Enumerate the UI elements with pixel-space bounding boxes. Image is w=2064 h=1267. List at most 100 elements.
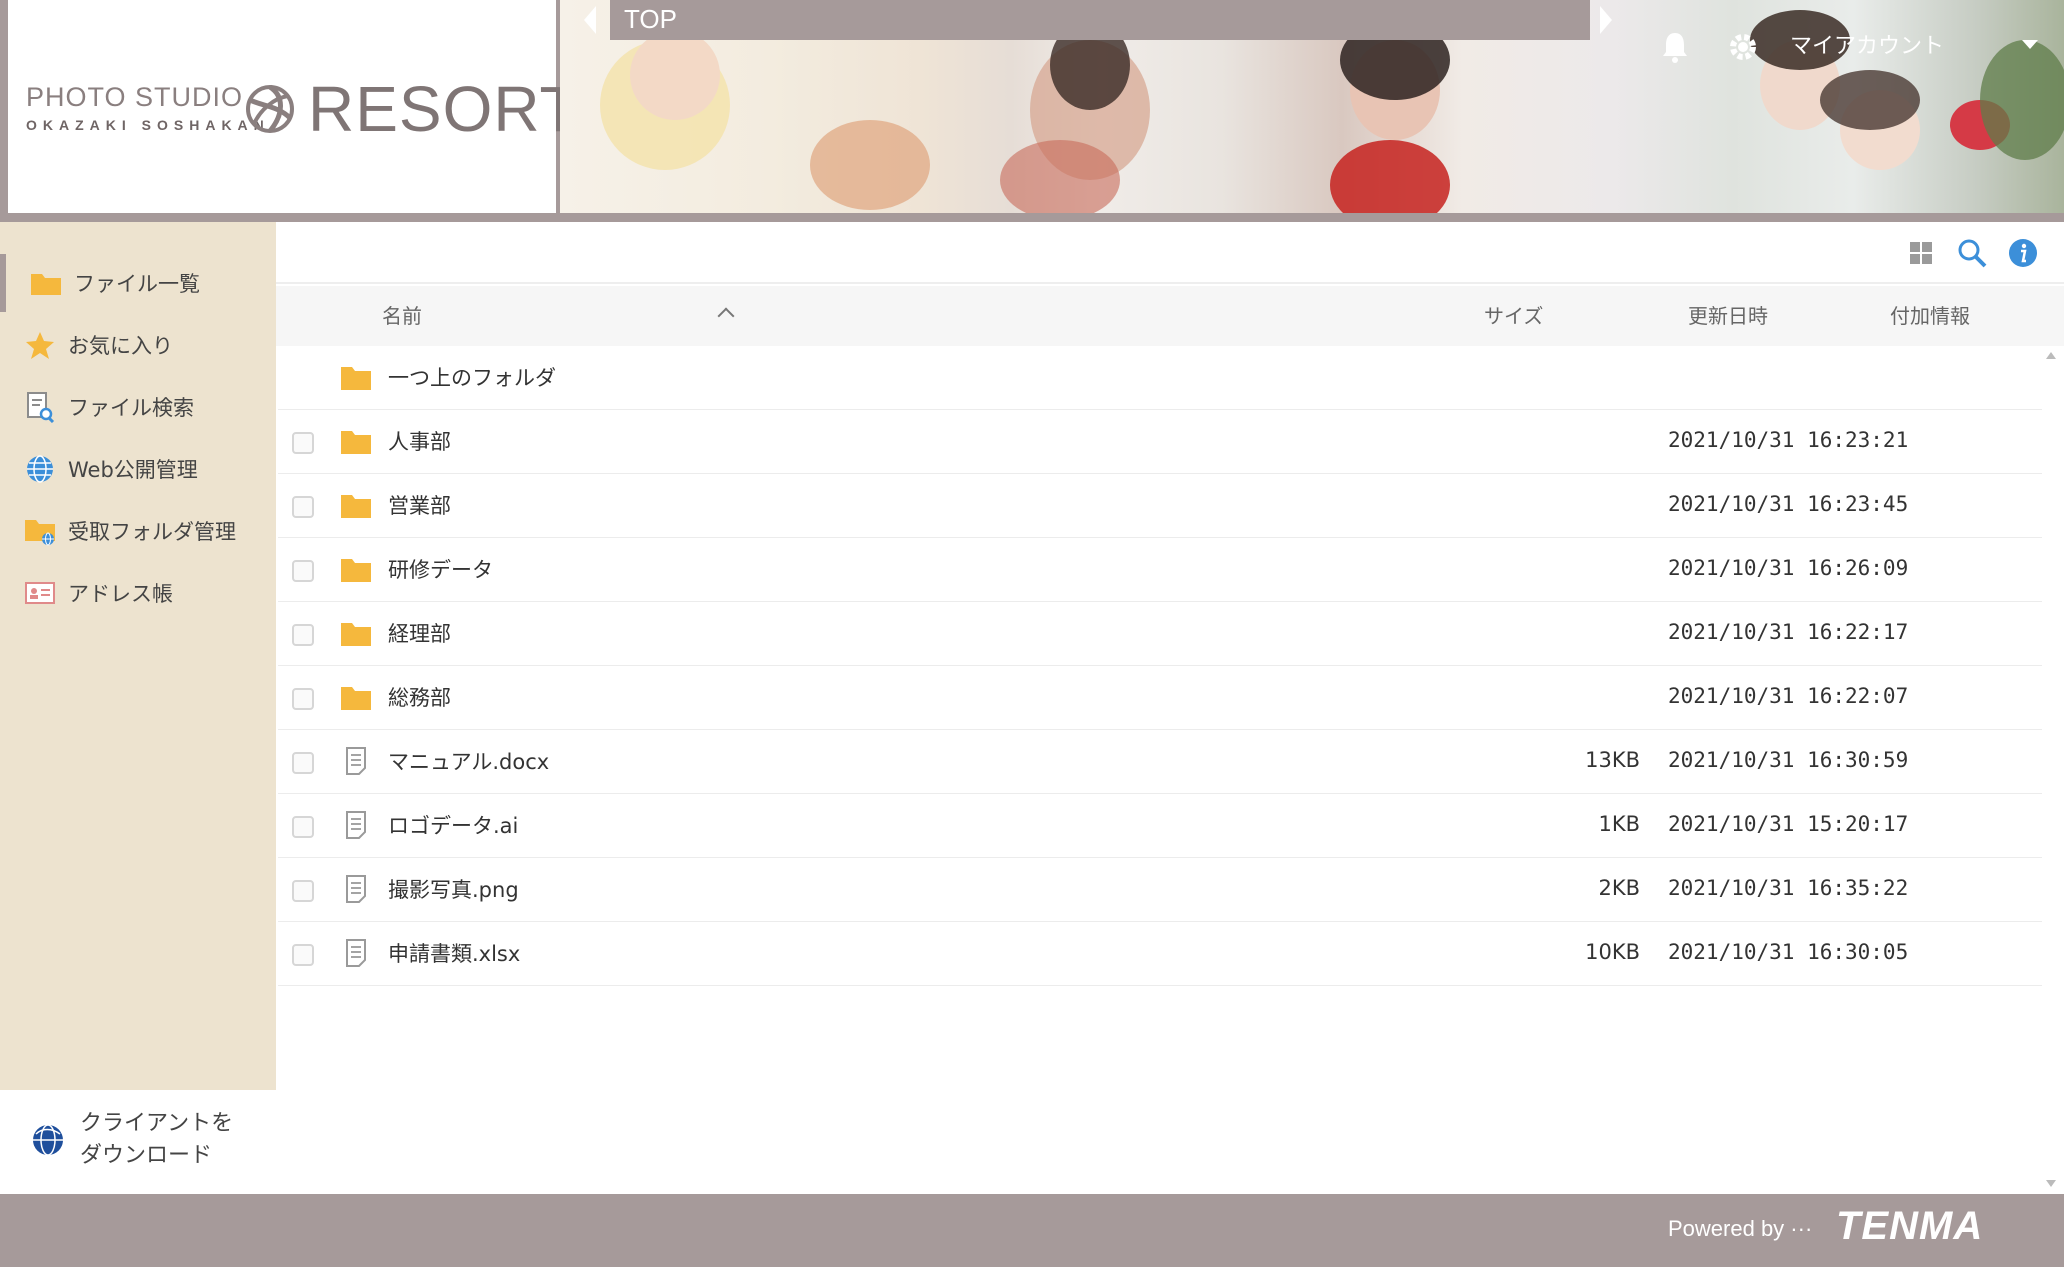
column-header-size[interactable]: サイズ [1484,300,1543,329]
logo[interactable]: PHOTO STUDIO OKAZAKI SOSHAKAN RESORTE [8,0,622,213]
address-card-icon [24,577,56,609]
tab-scroll-left-icon[interactable] [584,6,596,34]
globe-download-icon [33,1124,63,1156]
folder-icon [341,559,371,582]
notification-bell-icon[interactable] [1660,30,1690,64]
file-updated-date: 2021/10/31 16:30:05 [1668,940,1909,964]
column-header-name[interactable]: 名前 [382,300,422,329]
document-icon [346,747,366,775]
file-updated-date: 2021/10/31 15:20:17 [1668,812,1909,836]
table-row[interactable]: 人事部 2021/10/31 16:23:21 [278,410,2042,474]
row-checkbox[interactable] [292,688,314,710]
row-checkbox[interactable] [292,496,314,518]
row-checkbox[interactable] [292,944,314,966]
file-size: 2KB [1598,876,1640,900]
file-name[interactable]: ロゴデータ.ai [388,810,518,840]
file-name[interactable]: 営業部 [388,490,451,520]
download-line-2: ダウンロード [80,1143,213,1168]
table-row[interactable]: 営業部 2021/10/31 16:23:45 [278,474,2042,538]
file-updated-date: 2021/10/31 16:35:22 [1668,876,1909,900]
table-row[interactable]: 経理部 2021/10/31 16:22:17 [278,602,2042,666]
logo-mark-icon [246,84,294,133]
search-icon[interactable] [1957,238,1987,268]
table-row[interactable]: 撮影写真.png 2KB 2021/10/31 16:35:22 [278,858,2042,922]
file-name[interactable]: 撮影写真.png [388,874,519,904]
folder-icon [341,431,371,454]
file-name[interactable]: 人事部 [388,426,451,456]
file-updated-date: 2021/10/31 16:22:07 [1668,684,1909,708]
document-icon [346,811,366,839]
file-name[interactable]: 総務部 [388,682,451,712]
sidebar-item-label: ファイル検索 [68,396,194,420]
tab-scroll-right-icon[interactable] [1600,6,1612,34]
table-header: 名前 サイズ 更新日時 付加情報 [276,286,2064,346]
sidebar-item-label: ファイル一覧 [74,272,200,296]
logo-text: PHOTO STUDIO OKAZAKI SOSHAKAN [26,82,270,133]
document-icon [346,875,366,903]
table-row[interactable]: ロゴデータ.ai 1KB 2021/10/31 15:20:17 [278,794,2042,858]
scroll-up-icon[interactable] [2046,352,2056,359]
column-header-extra[interactable]: 付加情報 [1890,300,1970,329]
file-updated-date: 2021/10/31 16:23:45 [1668,492,1909,516]
sidebar-item-label: お気に入り [68,334,173,358]
my-account-menu[interactable]: マイアカウント [1790,28,1944,60]
sidebar-item-favorites[interactable]: お気に入り [0,316,276,374]
sidebar-item-receive-folder[interactable]: 受取フォルダ管理 [0,502,276,560]
folder-icon [341,687,371,710]
sidebar-item-web-publish[interactable]: Web公開管理 [0,440,276,498]
row-checkbox[interactable] [292,752,314,774]
file-updated-date: 2021/10/31 16:30:59 [1668,748,1909,772]
file-name[interactable]: 申請書類.xlsx [388,938,520,968]
file-list: 一つ上のフォルダ 人事部 2021/10/31 16:23:21 営業部 2021/1… [278,346,2042,986]
logo-studio-text: PHOTO STUDIO [26,82,244,112]
tenma-logo: TENMA [1836,1204,1984,1248]
column-header-updated[interactable]: 更新日時 [1688,300,1768,329]
info-icon[interactable] [2008,238,2038,268]
file-name[interactable]: 経理部 [388,618,451,648]
toolbar [276,222,2064,284]
row-checkbox[interactable] [292,560,314,582]
file-name[interactable]: 研修データ [388,554,493,584]
table-row[interactable]: 研修データ 2021/10/31 16:26:09 [278,538,2042,602]
footer: Powered by ··· TENMA [0,1194,2064,1267]
table-row[interactable]: 申請書類.xlsx 10KB 2021/10/31 16:30:05 [278,922,2042,986]
folder-globe-icon [24,515,56,547]
parent-folder-label: 一つ上のフォルダ [388,366,556,390]
sidebar-item-file-search[interactable]: ファイル検索 [0,378,276,436]
folder-icon [341,623,371,646]
sort-ascending-icon[interactable] [717,307,735,325]
gear-icon[interactable] [1726,30,1760,64]
file-size: 1KB [1598,812,1640,836]
file-name[interactable]: マニュアル.docx [388,746,549,776]
row-checkbox[interactable] [292,816,314,838]
folder-icon [341,495,371,518]
file-updated-date: 2021/10/31 16:23:21 [1668,428,1909,452]
sidebar-item-file-list[interactable]: ファイル一覧 [0,254,276,312]
download-line-1: クライアントを [80,1111,234,1136]
download-client-button[interactable]: クライアントを ダウンロード [0,1090,276,1194]
logo-sub-text: OKAZAKI SOSHAKAN [26,117,270,133]
sidebar-item-label: 受取フォルダ管理 [68,520,236,544]
globe-icon [24,453,56,485]
file-size: 10KB [1585,940,1640,964]
star-icon [24,329,56,361]
table-row[interactable]: 総務部 2021/10/31 16:22:07 [278,666,2042,730]
row-checkbox[interactable] [292,880,314,902]
chevron-down-icon[interactable] [2022,40,2038,49]
row-checkbox[interactable] [292,432,314,454]
file-search-icon [24,391,56,423]
row-checkbox[interactable] [292,624,314,646]
sidebar-item-label: アドレス帳 [68,582,173,606]
scroll-down-icon[interactable] [2046,1180,2056,1187]
parent-folder-row[interactable]: 一つ上のフォルダ [278,346,2042,410]
file-size: 13KB [1585,748,1640,772]
sidebar-item-label: Web公開管理 [68,458,198,482]
download-client-label: クライアントを ダウンロード [80,1108,233,1172]
folder-icon [30,267,62,299]
table-row[interactable]: マニュアル.docx 13KB 2021/10/31 16:30:59 [278,730,2042,794]
grid-view-icon[interactable] [1906,238,1936,268]
sidebar-item-address-book[interactable]: アドレス帳 [0,564,276,622]
tab-top-label: TOP [624,4,677,34]
tab-top[interactable]: TOP [610,0,1590,40]
sidebar: ファイル一覧 お気に入り ファイル検索 Web公開管理 受取フォルダ管理 アドレ… [0,222,276,1090]
